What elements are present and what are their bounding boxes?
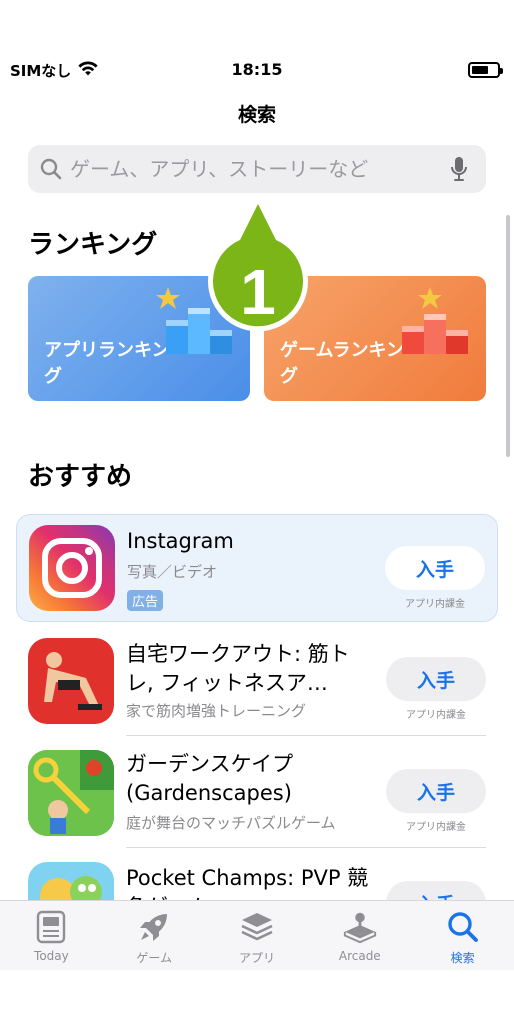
app-ranking-label: アプリランキング: [44, 340, 170, 387]
game-ranking-label: ゲームランキング: [280, 340, 405, 387]
divider: [126, 735, 486, 736]
tab-today[interactable]: Today: [0, 901, 103, 970]
tab-label: Today: [34, 949, 69, 963]
tab-label: ゲーム: [136, 951, 173, 965]
battery-icon: [468, 62, 503, 78]
in-app-purchase-note: アプリ内課金: [406, 822, 466, 833]
instagram-icon: [29, 525, 115, 611]
magnifier-icon: [38, 156, 64, 182]
clock: 18:15: [231, 60, 283, 79]
app-subtitle: 家で筋肉増強トレーニング: [126, 702, 307, 720]
layers-icon: [239, 909, 275, 945]
search-bar[interactable]: [28, 145, 486, 193]
app-name: 自宅ワークアウト: 筋トレ, フィットネスア…: [126, 642, 350, 695]
search-input[interactable]: [64, 157, 444, 181]
workout-app-icon: [28, 638, 114, 724]
rocket-icon: [136, 909, 172, 945]
callout-number: 1: [240, 256, 276, 328]
tab-search[interactable]: 検索: [411, 901, 514, 970]
app-row-instagram[interactable]: Instagram 写真／ビデオ 広告 入手 アプリ内課金: [16, 514, 498, 622]
app-row-workout[interactable]: 自宅ワークアウト: 筋トレ, フィットネスア… 家で筋肉増強トレーニング 入手 …: [16, 628, 498, 736]
in-app-purchase-note: アプリ内課金: [405, 599, 465, 610]
app-store-search-screen: SIMなし 18:15 検索 ゲーム、アプリ、ストーリーなど ランキング アプリ…: [0, 0, 514, 970]
tab-label: 検索: [450, 951, 475, 965]
today-icon: [33, 909, 69, 945]
app-subtitle: 写真／ビデオ: [127, 563, 218, 581]
tab-label: Arcade: [338, 949, 381, 963]
search-icon: [445, 909, 481, 945]
scroll-indicator[interactable]: [506, 215, 510, 457]
step-callout-marker: 1: [208, 198, 308, 332]
tab-arcade[interactable]: Arcade: [308, 901, 411, 970]
app-subtitle: 庭が舞台のマッチパズルゲーム: [126, 814, 336, 832]
microphone-icon[interactable]: [444, 154, 474, 184]
gardenscapes-app-icon: [28, 750, 114, 836]
divider: [126, 847, 486, 848]
joystick-icon: [342, 909, 378, 945]
app-row-gardenscapes[interactable]: ガーデンスケイプ (Gardenscapes) 庭が舞台のマッチパズルゲーム 入…: [16, 740, 498, 848]
status-bar: SIMなし 18:15: [0, 56, 514, 84]
recommended-heading: おすすめ: [28, 462, 133, 492]
get-button[interactable]: 入手: [386, 657, 486, 701]
page-title: 検索: [237, 104, 276, 126]
get-button[interactable]: 入手: [385, 546, 485, 590]
tab-label: アプリ: [238, 951, 275, 965]
app-name: ガーデンスケイプ (Gardenscapes): [126, 752, 294, 805]
app-name: Instagram: [127, 529, 234, 553]
ad-badge: 広告: [127, 590, 164, 611]
tab-apps[interactable]: アプリ: [206, 901, 309, 970]
podium-icon: [402, 287, 468, 354]
tab-bar: Today ゲーム アプリ Arcade 検索: [0, 900, 514, 970]
get-button[interactable]: 入手: [386, 769, 486, 813]
tab-games[interactable]: ゲーム: [103, 901, 206, 970]
ranking-heading: ランキング: [28, 230, 158, 260]
in-app-purchase-note: アプリ内課金: [406, 710, 466, 721]
